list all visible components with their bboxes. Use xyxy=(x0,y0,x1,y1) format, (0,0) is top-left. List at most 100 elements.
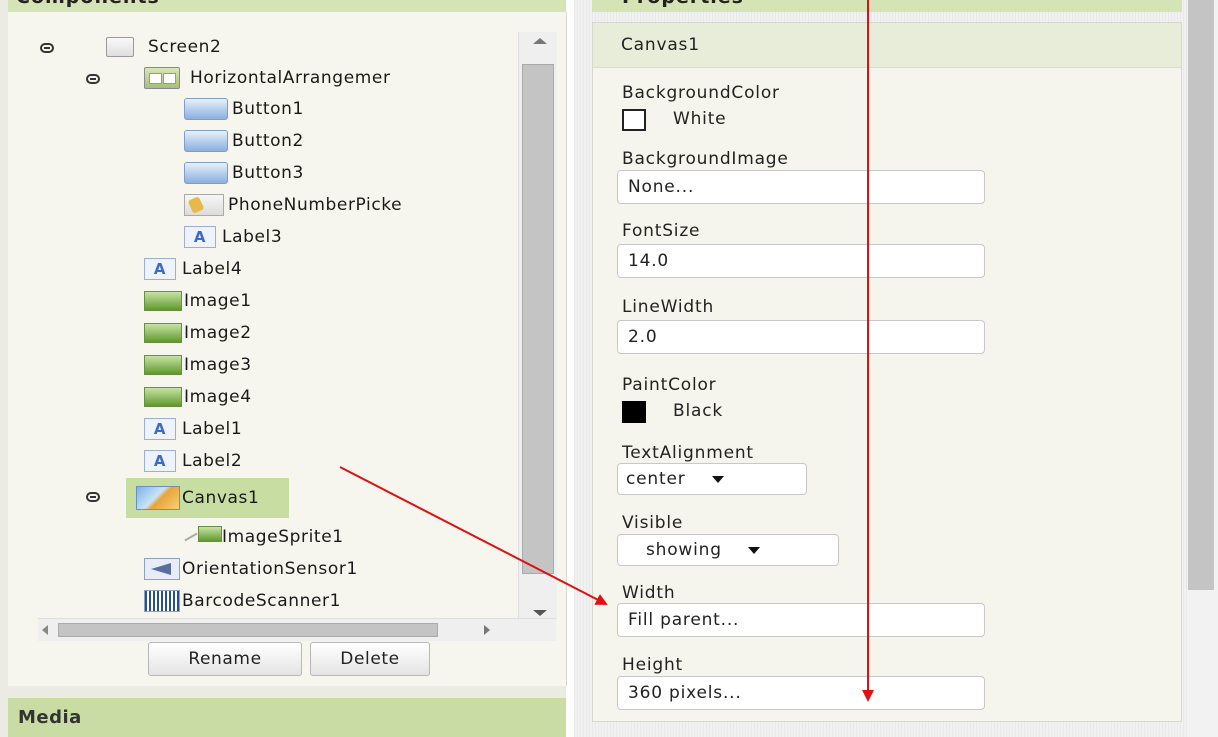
tree-node-label: Image4 xyxy=(184,387,252,407)
tree-node-button1[interactable]: Button1 xyxy=(184,94,304,124)
components-tree-box: Screen2 HorizontalArrangemer Button1 But… xyxy=(8,12,567,686)
properties-header: Properties xyxy=(592,0,1182,12)
delete-button[interactable]: Delete xyxy=(310,642,430,676)
textalignment-select[interactable]: center xyxy=(617,463,807,495)
tree-node-image2[interactable]: Image2 xyxy=(144,318,252,348)
tree-node-label: Image3 xyxy=(184,355,252,375)
scroll-down-arrow-icon[interactable] xyxy=(533,610,547,616)
tree-node-label: BarcodeScanner1 xyxy=(182,591,342,611)
tree-node-label: Image1 xyxy=(184,291,252,311)
components-panel: Components Screen2 HorizontalArrangemer … xyxy=(0,0,567,737)
linewidth-field[interactable]: 2.0 xyxy=(617,320,985,354)
tree-node-label: HorizontalArrangemer xyxy=(190,68,391,88)
phone-number-picker-icon xyxy=(184,194,224,216)
backgroundcolor-label: BackgroundColor xyxy=(622,83,780,103)
backgroundcolor-value[interactable]: White xyxy=(673,109,726,129)
dropdown-caret-icon xyxy=(711,475,724,483)
tree-node-label: Label3 xyxy=(222,227,283,247)
fontsize-label: FontSize xyxy=(622,221,701,241)
selected-component-name: Canvas1 xyxy=(593,23,1181,68)
tree-node-label: OrientationSensor1 xyxy=(182,559,358,579)
backgroundimage-label: BackgroundImage xyxy=(622,149,789,169)
tree-node-image1[interactable]: Image1 xyxy=(144,286,252,316)
barcode-scanner-icon xyxy=(144,590,180,612)
tree-vertical-scrollbar[interactable] xyxy=(518,32,557,622)
tree-node-button3[interactable]: Button3 xyxy=(184,158,304,188)
collapse-toggle-icon[interactable] xyxy=(86,74,100,84)
button-icon xyxy=(184,162,228,184)
paintcolor-label: PaintColor xyxy=(622,375,717,395)
image-icon xyxy=(144,387,182,407)
scroll-right-arrow-icon[interactable] xyxy=(484,625,490,635)
screen-icon xyxy=(106,37,134,57)
tree-horizontal-scrollbar[interactable] xyxy=(38,618,556,641)
tree-node-label: PhoneNumberPicke xyxy=(228,195,403,215)
media-header-label: Media xyxy=(18,707,82,728)
button-icon xyxy=(184,130,228,152)
label-icon: A xyxy=(184,226,216,248)
height-label: Height xyxy=(622,655,683,675)
tree-node-label: Label4 xyxy=(182,259,243,279)
label-icon: A xyxy=(144,450,176,472)
tree-node-canvas1[interactable]: Canvas1 xyxy=(126,478,290,518)
tree-node-label: Label2 xyxy=(182,451,243,471)
scroll-left-arrow-icon[interactable] xyxy=(42,625,48,635)
tree-node-label4[interactable]: A Label4 xyxy=(144,254,242,284)
tree-node-image4[interactable]: Image4 xyxy=(144,382,252,412)
tree-node-phonenumberpicker[interactable]: PhoneNumberPicke xyxy=(184,190,402,220)
tree-node-button2[interactable]: Button2 xyxy=(184,126,304,156)
tree-node-label: Button3 xyxy=(232,163,304,183)
tree-node-label: ImageSprite1 xyxy=(222,527,344,547)
tree-vertical-scroll-thumb[interactable] xyxy=(522,64,554,574)
paintcolor-swatch[interactable] xyxy=(622,401,646,423)
tree-node-label: Image2 xyxy=(184,323,252,343)
image-icon xyxy=(144,355,182,375)
tree-node-label: Button2 xyxy=(232,131,304,151)
backgroundimage-field[interactable]: None... xyxy=(617,170,985,204)
textalignment-label: TextAlignment xyxy=(622,443,754,463)
page-scrollbar-thumb[interactable] xyxy=(1188,0,1214,590)
tree-node-label: Screen2 xyxy=(148,37,222,57)
button-icon xyxy=(184,98,228,120)
tree-node-barcodescanner1[interactable]: BarcodeScanner1 xyxy=(144,586,341,616)
tree-node-imagesprite1[interactable]: ImageSprite1 xyxy=(184,522,344,552)
properties-box: Canvas1 BackgroundColor White Background… xyxy=(592,22,1182,722)
collapse-toggle-icon[interactable] xyxy=(86,492,100,502)
label-icon: A xyxy=(144,418,176,440)
tree-node-label3[interactable]: A Label3 xyxy=(184,222,282,252)
tree-node-label: Canvas1 xyxy=(182,488,260,508)
linewidth-label: LineWidth xyxy=(622,297,715,317)
dropdown-caret-icon xyxy=(747,546,760,554)
tree-node-image3[interactable]: Image3 xyxy=(144,350,252,380)
components-header: Components xyxy=(8,0,566,12)
height-field[interactable]: 360 pixels... xyxy=(617,676,985,710)
tree-node-label2[interactable]: A Label2 xyxy=(144,446,242,476)
rename-button[interactable]: Rename xyxy=(148,642,302,676)
paintcolor-value[interactable]: Black xyxy=(673,401,723,421)
backgroundcolor-swatch[interactable] xyxy=(622,109,646,131)
label-icon: A xyxy=(144,258,176,280)
image-icon xyxy=(144,323,182,343)
collapse-toggle-icon[interactable] xyxy=(40,43,54,53)
tree-node-orientationsensor1[interactable]: OrientationSensor1 xyxy=(144,554,358,584)
tree-node-label1[interactable]: A Label1 xyxy=(144,414,242,444)
width-field[interactable]: Fill parent... xyxy=(617,603,985,637)
horizontal-arrangement-icon xyxy=(144,67,180,89)
visible-label: Visible xyxy=(622,513,684,533)
tree-horizontal-scroll-thumb[interactable] xyxy=(58,623,438,637)
image-sprite-icon xyxy=(184,526,222,548)
media-header[interactable]: Media xyxy=(8,698,566,737)
textalignment-value: center xyxy=(626,469,686,489)
canvas-icon xyxy=(136,486,180,510)
tree-node-horizontalarrangement[interactable]: HorizontalArrangemer xyxy=(144,63,391,93)
fontsize-field[interactable]: 14.0 xyxy=(617,244,985,278)
tree-node-label: Button1 xyxy=(232,99,304,119)
visible-value: showing xyxy=(646,540,722,560)
visible-select[interactable]: showing xyxy=(617,534,839,566)
tree-node-label: Label1 xyxy=(182,419,243,439)
width-label: Width xyxy=(622,583,676,603)
scroll-up-arrow-icon[interactable] xyxy=(533,38,547,44)
tree-node-screen2[interactable]: Screen2 xyxy=(106,32,221,62)
orientation-sensor-icon xyxy=(144,558,180,580)
components-tree: Screen2 HorizontalArrangemer Button1 But… xyxy=(8,32,518,622)
